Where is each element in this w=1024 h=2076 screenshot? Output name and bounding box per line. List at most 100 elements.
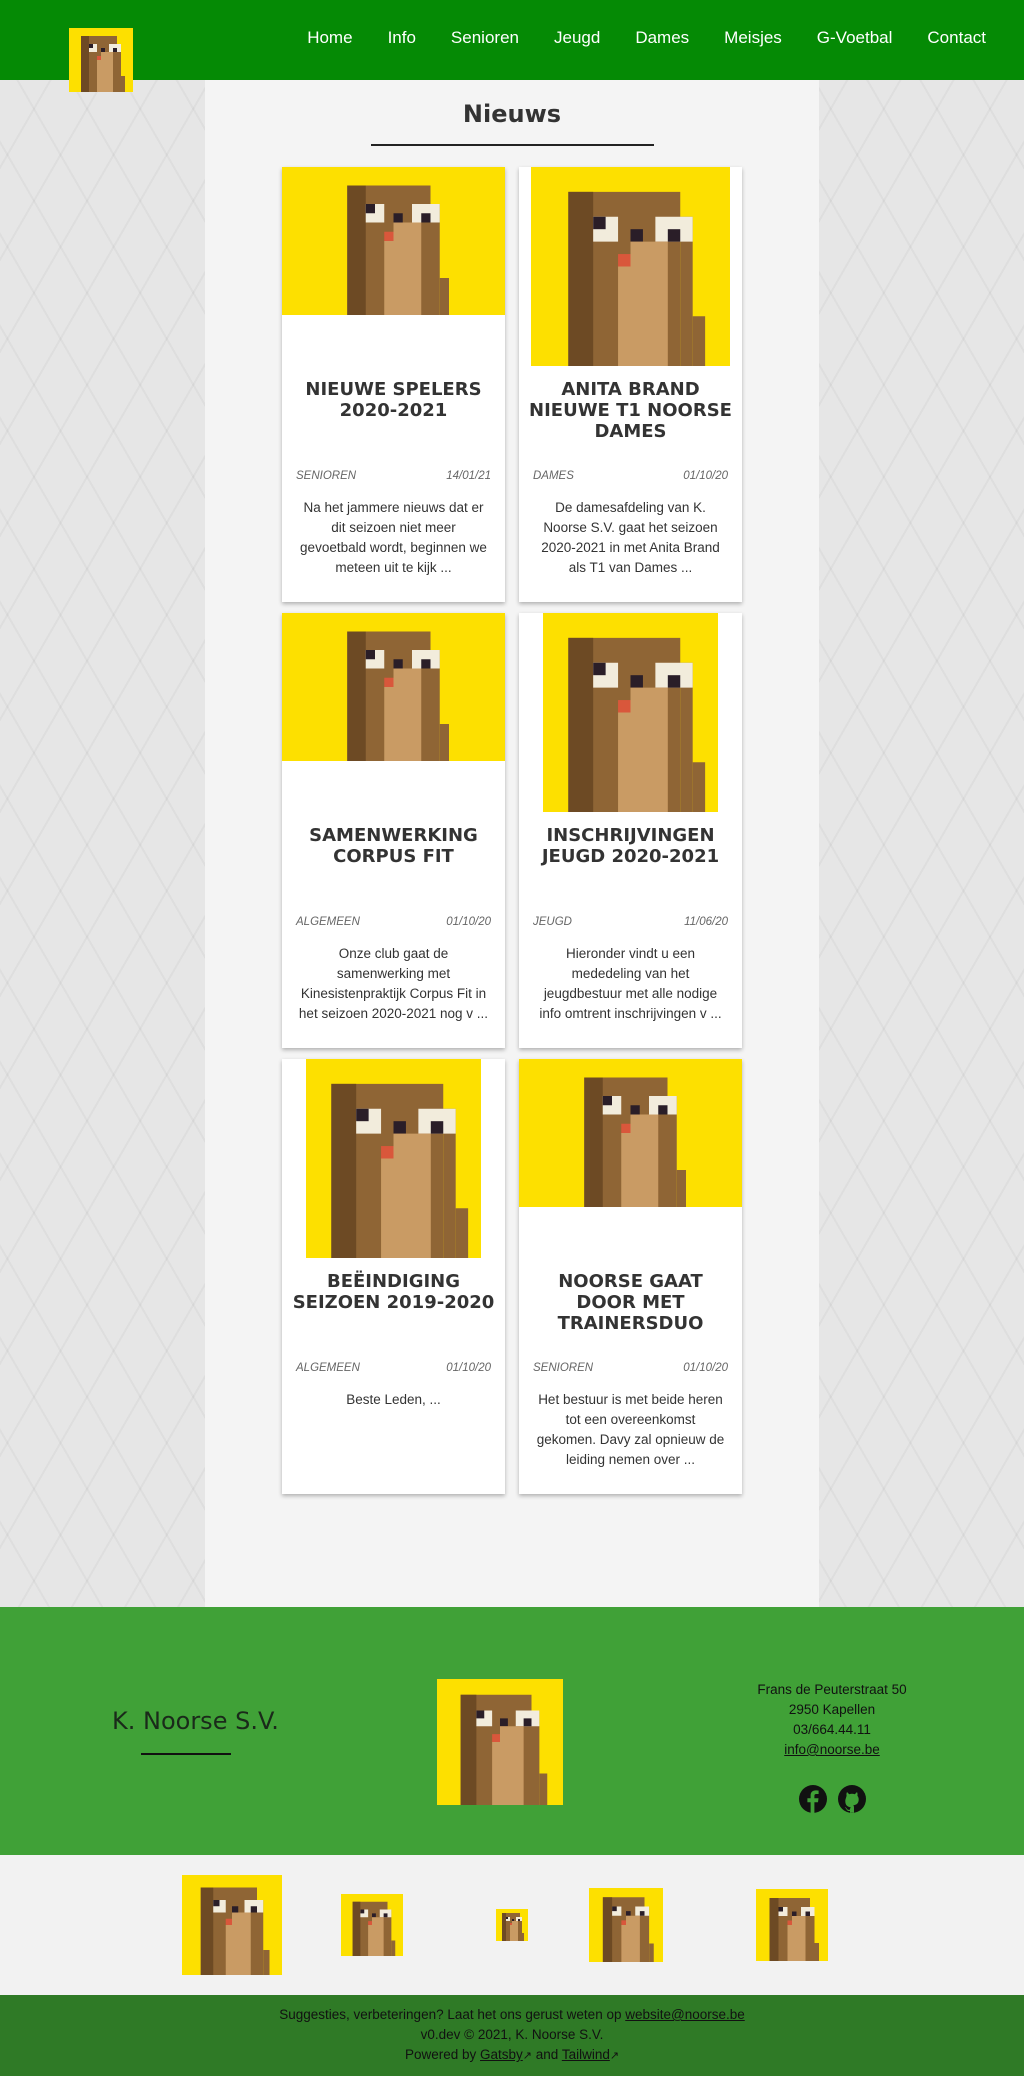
mascot-logo-icon: [437, 1679, 563, 1805]
page-title: Nieuws: [462, 100, 562, 128]
news-card[interactable]: NOORSE GAAT DOOR MET TRAINERSDUO SENIORE…: [519, 1059, 742, 1494]
sponsor-logo-link[interactable]: [496, 1909, 528, 1946]
news-card-meta: DAMES 01/10/20: [533, 470, 728, 482]
footer-address: Frans de Peuterstraat 50 2950 Kapellen 0…: [712, 1680, 952, 1760]
powered-by-line: Powered by Gatsby↗ and Tailwind↗: [0, 2045, 1024, 2066]
suggestion-line: Suggesties, verbeteringen? Laat het ons …: [0, 2005, 1024, 2025]
mascot-logo-icon: [306, 1059, 481, 1258]
sponsor-logo-link[interactable]: [341, 1894, 403, 1961]
nav-senioren[interactable]: Senioren: [451, 28, 519, 48]
header-logo-link[interactable]: [69, 28, 133, 92]
mascot-logo-icon: [531, 167, 730, 366]
news-card[interactable]: SAMENWERKING CORPUS FIT ALGEMEEN 01/10/2…: [282, 613, 505, 1048]
news-card-image-area: [282, 167, 505, 366]
news-card-category: ALGEMEEN: [296, 1362, 360, 1374]
news-card-excerpt: Het bestuur is met beide heren tot een o…: [536, 1392, 725, 1467]
news-card-meta: ALGEMEEN 01/10/20: [296, 916, 491, 928]
gatsby-link[interactable]: Gatsby: [480, 2047, 523, 2062]
news-card-category: SENIOREN: [533, 1362, 594, 1374]
news-card-date: 11/06/20: [684, 916, 728, 928]
news-card[interactable]: NIEUWE SPELERS 2020-2021 SENIOREN 14/01/…: [282, 167, 505, 602]
powered-by-text: Powered by: [404, 2047, 477, 2062]
news-card-excerpt: Onze club gaat de samenwerking met Kines…: [298, 946, 489, 1021]
title-divider: [370, 144, 654, 146]
news-card[interactable]: INSCHRIJVINGEN JEUGD 2020-2021 JEUGD 11/…: [519, 613, 742, 1048]
news-card-category: DAMES: [533, 470, 574, 482]
suggestion-text: Suggesties, verbeteringen? Laat het ons …: [279, 2007, 622, 2022]
news-card-excerpt: Hieronder vindt u een mededeling van het…: [539, 946, 722, 1021]
and-text: and: [535, 2047, 559, 2062]
news-card-image-area: [282, 613, 505, 812]
footer-info: K. Noorse S.V. Frans de Peuterstraat 50 …: [0, 1607, 1024, 1855]
mascot-logo-icon: [182, 1875, 282, 1975]
footer-club-divider: [141, 1753, 231, 1755]
news-card[interactable]: BEËINDIGING SEIZOEN 2019-2020 ALGEMEEN 0…: [282, 1059, 505, 1494]
news-card-date: 01/10/20: [683, 470, 728, 482]
footer-club-name: K. Noorse S.V.: [112, 1707, 279, 1735]
mascot-logo-icon: [69, 28, 133, 92]
news-card-meta: SENIOREN 01/10/20: [533, 1362, 728, 1374]
sponsor-logo-link[interactable]: [182, 1875, 282, 1980]
nav-contact[interactable]: Contact: [927, 28, 986, 48]
news-card-excerpt: Na het jammere nieuws dat er dit seizoen…: [300, 500, 487, 575]
nav-dames[interactable]: Dames: [635, 28, 689, 48]
news-card-title[interactable]: ANITA BRAND NIEUWE T1 NOORSE DAMES: [519, 379, 742, 442]
news-card-excerpt: De damesafdeling van K. Noorse S.V. gaat…: [541, 500, 720, 575]
mascot-logo-icon: [282, 613, 505, 761]
external-link-icon: ↗: [609, 2050, 620, 2062]
sponsor-logo-link[interactable]: [589, 1888, 663, 1967]
version-text: v0.dev © 2021, K. Noorse S.V.: [420, 2027, 604, 2042]
news-card-excerpt: Beste Leden, ...: [346, 1392, 441, 1407]
news-card-category: JEUGD: [533, 916, 572, 928]
news-grid: NIEUWE SPELERS 2020-2021 SENIOREN 14/01/…: [205, 167, 819, 1517]
news-card-title[interactable]: INSCHRIJVINGEN JEUGD 2020-2021: [519, 825, 742, 867]
sponsor-strip: [0, 1855, 1024, 1995]
news-card-title[interactable]: NOORSE GAAT DOOR MET TRAINERSDUO: [519, 1271, 742, 1334]
social-links: [799, 1785, 877, 1813]
news-card-image-area: [519, 167, 742, 366]
github-icon[interactable]: [838, 1785, 866, 1813]
news-card-title[interactable]: SAMENWERKING CORPUS FIT: [282, 825, 505, 867]
mascot-logo-icon: [589, 1888, 663, 1962]
nav-g-voetbal[interactable]: G-Voetbal: [817, 28, 893, 48]
news-card-meta: JEUGD 11/06/20: [533, 916, 728, 928]
mascot-logo-icon: [543, 613, 718, 812]
address-phone: 03/664.44.11: [793, 1722, 871, 1737]
address-city: 2950 Kapellen: [788, 1702, 876, 1717]
news-card-date: 01/10/20: [446, 1362, 491, 1374]
suggestion-email-link[interactable]: website@noorse.be: [625, 2007, 745, 2022]
mascot-logo-icon: [519, 1059, 742, 1207]
news-card-image-area: [519, 613, 742, 812]
sponsor-logo-link[interactable]: [756, 1889, 828, 1966]
news-card[interactable]: ANITA BRAND NIEUWE T1 NOORSE DAMES DAMES…: [519, 167, 742, 602]
news-card-title[interactable]: BEËINDIGING SEIZOEN 2019-2020: [282, 1271, 505, 1313]
news-card-date: 01/10/20: [683, 1362, 728, 1374]
nav-info[interactable]: Info: [388, 28, 416, 48]
news-card-meta: ALGEMEEN 01/10/20: [296, 1362, 491, 1374]
footer-bottom-bar: Suggesties, verbeteringen? Laat het ons …: [0, 1995, 1024, 2076]
address-street: Frans de Peuterstraat 50: [757, 1682, 907, 1697]
tailwind-link[interactable]: Tailwind: [562, 2047, 610, 2062]
mascot-logo-icon: [496, 1909, 528, 1941]
news-card-category: ALGEMEEN: [296, 916, 360, 928]
nav-jeugd[interactable]: Jeugd: [554, 28, 600, 48]
mascot-logo-icon: [756, 1889, 828, 1961]
news-section: Nieuws NIEUWE SPELERS 2020-2021 SENIOREN…: [205, 80, 819, 1607]
news-card-image-area: [519, 1059, 742, 1258]
news-card-category: SENIOREN: [296, 470, 357, 482]
top-header: Home Info Senioren Jeugd Dames Meisjes G…: [0, 0, 1024, 80]
main-nav: Home Info Senioren Jeugd Dames Meisjes G…: [272, 28, 986, 48]
external-link-icon: ↗: [522, 2050, 532, 2062]
news-card-meta: SENIOREN 14/01/21: [296, 470, 491, 482]
mascot-logo-icon: [341, 1894, 403, 1956]
facebook-icon[interactable]: [799, 1785, 827, 1813]
nav-meisjes[interactable]: Meisjes: [724, 28, 782, 48]
news-card-date: 01/10/20: [446, 916, 491, 928]
news-card-date: 14/01/21: [446, 470, 491, 482]
nav-home[interactable]: Home: [307, 28, 352, 48]
site-footer: K. Noorse S.V. Frans de Peuterstraat 50 …: [0, 1607, 1024, 2076]
mascot-logo-icon: [282, 167, 505, 315]
address-email-link[interactable]: info@noorse.be: [784, 1742, 880, 1757]
news-card-title[interactable]: NIEUWE SPELERS 2020-2021: [282, 379, 505, 421]
news-card-image-area: [282, 1059, 505, 1258]
